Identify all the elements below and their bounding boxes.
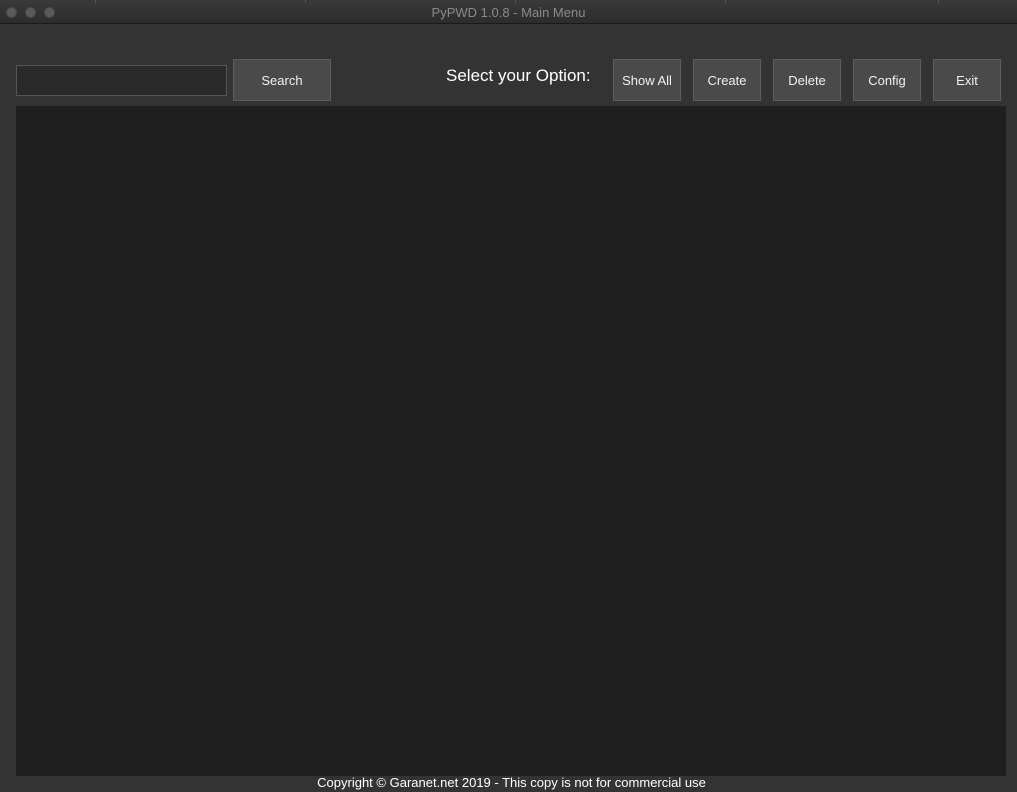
tab-divider bbox=[305, 0, 306, 3]
search-button[interactable]: Search bbox=[233, 59, 331, 101]
delete-button[interactable]: Delete bbox=[773, 59, 841, 101]
tab-divider bbox=[938, 0, 939, 3]
config-button[interactable]: Config bbox=[853, 59, 921, 101]
app-window: PyPWD 1.0.8 - Main Menu Search Select yo… bbox=[0, 0, 1017, 792]
option-label: Select your Option: bbox=[446, 66, 591, 85]
copyright-footer: Copyright © Garanet.net 2019 - This copy… bbox=[317, 775, 706, 790]
show-all-button[interactable]: Show All bbox=[613, 59, 681, 101]
title-bar[interactable]: PyPWD 1.0.8 - Main Menu bbox=[0, 0, 1017, 24]
create-button[interactable]: Create bbox=[693, 59, 761, 101]
search-input[interactable] bbox=[16, 65, 227, 96]
tab-divider bbox=[725, 0, 726, 3]
exit-button[interactable]: Exit bbox=[933, 59, 1001, 101]
tab-divider bbox=[515, 0, 516, 3]
results-panel[interactable] bbox=[16, 106, 1006, 776]
tab-divider bbox=[95, 0, 96, 3]
window-title: PyPWD 1.0.8 - Main Menu bbox=[431, 5, 586, 20]
